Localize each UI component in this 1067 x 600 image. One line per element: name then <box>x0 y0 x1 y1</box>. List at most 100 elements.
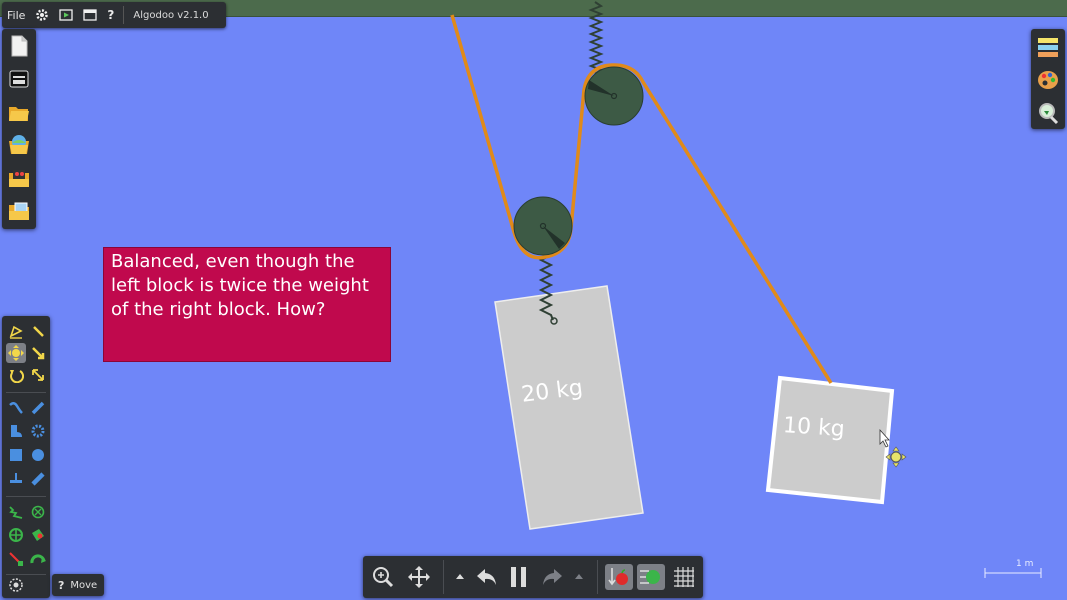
box-tool[interactable] <box>6 445 26 465</box>
scene-window-icon <box>9 70 29 88</box>
gear-tool-icon <box>31 424 45 438</box>
zoom-button[interactable] <box>369 564 397 590</box>
layers-button[interactable] <box>1036 35 1060 59</box>
color-palette-button[interactable] <box>1036 68 1060 92</box>
grid-button[interactable] <box>670 564 698 590</box>
pan-button[interactable] <box>405 564 433 590</box>
color-palette-icon <box>1038 71 1058 89</box>
fixate-tool[interactable] <box>6 469 26 489</box>
file-browser-icon <box>9 202 29 220</box>
menu-separator <box>123 6 125 24</box>
app-title: Algodoo v2.1.0 <box>128 2 213 28</box>
pan-icon <box>408 566 430 588</box>
move-icon <box>8 345 24 361</box>
scale-label: 1 m <box>1016 559 1034 569</box>
help-icon: ? <box>107 8 115 22</box>
undo-menu-icon <box>456 574 464 579</box>
algobox-icon <box>9 135 29 154</box>
menu-bar: File ? Algodoo v2.1.0 <box>2 2 226 28</box>
algobox-button[interactable] <box>7 133 31 157</box>
file-toolbar <box>2 29 36 229</box>
toolbar-divider <box>597 560 598 594</box>
gear-tool[interactable] <box>28 421 48 441</box>
settings-button[interactable] <box>30 2 54 28</box>
rope-icon <box>9 402 23 414</box>
circle-tool[interactable] <box>28 445 48 465</box>
plane-icon <box>11 425 22 437</box>
undo-icon <box>477 569 496 585</box>
scene-window-button[interactable] <box>7 67 31 91</box>
air-friction-button[interactable] <box>637 564 665 590</box>
simulation-toolbar <box>363 556 703 598</box>
pin-tool[interactable] <box>28 469 48 489</box>
play-scene-button[interactable] <box>54 2 78 28</box>
file-browser-button[interactable] <box>7 199 31 223</box>
redo-menu-button[interactable] <box>570 564 588 590</box>
sketch-tool[interactable] <box>6 321 26 341</box>
tools-divider <box>6 496 46 497</box>
tracer-icon <box>32 529 44 541</box>
version-label: Algodoo v2.1.0 <box>133 9 209 21</box>
zoom-icon <box>373 567 394 588</box>
sketch-icon <box>9 325 23 339</box>
undo-button[interactable] <box>473 564 501 590</box>
fluid-icon <box>9 578 23 592</box>
text-note[interactable]: Balanced, even though the left block is … <box>103 247 391 362</box>
rotate-icon <box>10 370 24 383</box>
window-icon <box>83 9 98 21</box>
file-menu[interactable]: File <box>2 2 30 28</box>
fluid-tool[interactable] <box>6 575 26 595</box>
open-folder-icon <box>9 107 29 121</box>
toolbar-divider <box>443 560 444 594</box>
play-window-icon <box>59 9 74 21</box>
cutter-icon <box>31 401 45 415</box>
plane-tool[interactable] <box>6 421 26 441</box>
block-20kg[interactable] <box>494 285 644 530</box>
laser-tool[interactable] <box>6 549 26 569</box>
chain-tool[interactable] <box>28 549 48 569</box>
drag-icon <box>32 347 45 360</box>
undo-menu-button[interactable] <box>451 564 469 590</box>
spring-tool[interactable] <box>6 502 26 522</box>
cutter-tool[interactable] <box>28 398 48 418</box>
help-button[interactable]: ? <box>102 2 119 28</box>
pause-button[interactable] <box>505 564 533 590</box>
chain-icon <box>30 554 46 564</box>
window-button[interactable] <box>78 2 102 28</box>
gravity-button[interactable] <box>605 564 633 590</box>
new-scene-icon <box>11 35 28 57</box>
rope-tool[interactable] <box>6 398 26 418</box>
redo-icon <box>543 569 562 585</box>
spring-ceiling[interactable] <box>588 1 604 75</box>
hinge-icon <box>31 505 45 519</box>
view-toolbar <box>1031 29 1065 129</box>
block-10kg-label: 10 kg <box>782 413 846 443</box>
help-icon[interactable]: ? <box>52 579 70 592</box>
drag-tool[interactable] <box>28 343 48 363</box>
brush-tool[interactable] <box>28 321 48 341</box>
pause-icon <box>511 567 526 587</box>
scale-tool[interactable] <box>28 365 48 385</box>
redo-button[interactable] <box>538 564 566 590</box>
spring-icon <box>9 506 23 519</box>
circle-icon <box>32 449 44 461</box>
fixate-icon <box>10 473 22 483</box>
zoom-find-button[interactable] <box>1036 101 1060 125</box>
hinge-tool[interactable] <box>28 502 48 522</box>
current-tool-label: Move <box>70 579 98 591</box>
tracer-tool[interactable] <box>28 525 48 545</box>
scale-icon <box>32 369 44 381</box>
thruster-tool[interactable] <box>6 525 26 545</box>
layers-icon <box>1038 38 1058 57</box>
thruster-icon <box>9 528 23 542</box>
new-scene-button[interactable] <box>7 34 31 58</box>
open-scene-button[interactable] <box>7 101 31 125</box>
move-handle-icon[interactable] <box>885 446 907 468</box>
file-menu-label: File <box>7 8 26 22</box>
gravity-icon <box>608 568 628 586</box>
laser-icon <box>9 552 23 566</box>
screenshot-folder-button[interactable] <box>7 166 31 190</box>
move-tool[interactable] <box>6 343 26 363</box>
tools-panel <box>2 316 50 598</box>
rotate-tool[interactable] <box>6 365 26 385</box>
